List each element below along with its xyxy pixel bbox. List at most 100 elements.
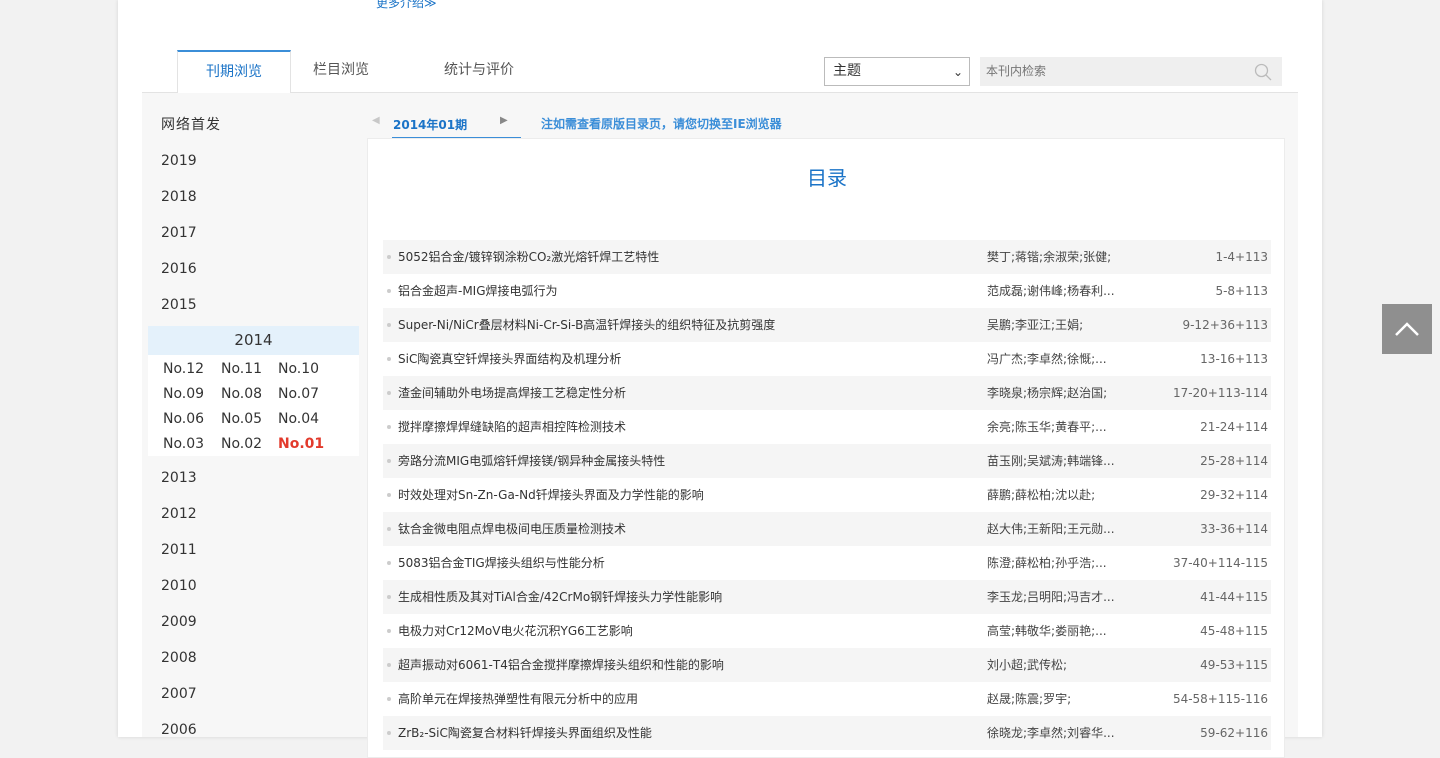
article-pages: 21-24+114 [1200, 420, 1268, 434]
toc-panel: 目录 5052铝合金/镀锌钢涂粉CO₂激光熔钎焊工艺特性 樊丁;蒋锴;余淑荣;张健… [367, 138, 1285, 758]
table-row: 铝合金超声-MIG焊接电弧行为 范成磊;谢伟峰;杨春利... 5-8+113 [383, 274, 1271, 308]
sidebar-year[interactable]: 2019 [142, 145, 366, 181]
article-pages: 17-20+113-114 [1172, 386, 1268, 400]
article-title-link[interactable]: 电极力对Cr12MoV电火花沉积YG6工艺影响 [398, 614, 633, 648]
prev-issue-icon[interactable]: ◀ [372, 115, 380, 126]
sidebar-year[interactable]: 2009 [142, 606, 366, 642]
tab-issue-browse[interactable]: 刊期浏览 [177, 50, 291, 94]
sidebar-year[interactable]: 2007 [142, 678, 366, 714]
article-title-link[interactable]: 搅拌摩擦焊焊缝缺陷的超声相控阵检测技术 [398, 410, 626, 444]
article-pages: 54-58+115-116 [1172, 692, 1268, 706]
more-intro-link[interactable]: 更多介绍≫ [376, 0, 437, 11]
issue-link[interactable]: No.10 [278, 357, 338, 382]
article-title-link[interactable]: 5083铝合金TIG焊接头组织与性能分析 [398, 546, 605, 580]
article-title-link[interactable]: 时效处理对Sn-Zn-Ga-Nd钎焊接头界面及力学性能的影响 [398, 478, 704, 512]
article-pages: 59-62+116 [1200, 726, 1268, 740]
issue-link-current[interactable]: No.01 [278, 432, 338, 457]
article-authors[interactable]: 赵晟;陈震;罗宇; [987, 682, 1071, 716]
article-authors[interactable]: 刘小超;武传松; [987, 648, 1067, 682]
article-pages: 1-4+113 [1215, 250, 1268, 264]
sidebar-year[interactable]: 2016 [142, 253, 366, 289]
issue-link[interactable]: No.09 [163, 382, 221, 407]
toc-title: 目录 [807, 166, 847, 190]
sidebar-year[interactable]: 2010 [142, 570, 366, 606]
article-authors[interactable]: 苗玉刚;吴斌涛;韩端锋... [987, 444, 1115, 478]
issue-link[interactable]: No.04 [278, 407, 338, 432]
issue-link[interactable]: No.03 [163, 432, 221, 457]
article-title-link[interactable]: 高阶单元在焊接热弹塑性有限元分析中的应用 [398, 682, 638, 716]
article-authors[interactable]: 徐晓龙;李卓然;刘睿华... [987, 716, 1115, 750]
article-title-link[interactable]: 铝合金超声-MIG焊接电弧行为 [398, 274, 558, 308]
article-pages: 13-16+113 [1200, 352, 1268, 366]
sidebar-year[interactable]: 2006 [142, 714, 366, 750]
back-to-top-button[interactable] [1382, 304, 1432, 354]
chevron-up-icon [1395, 322, 1419, 336]
search-field-value: 主题 [833, 63, 861, 79]
sidebar-year[interactable]: 2012 [142, 498, 366, 534]
bullet-icon [387, 357, 391, 361]
issue-link[interactable]: No.06 [163, 407, 221, 432]
article-authors[interactable]: 吴鹏;李亚江;王娟; [987, 308, 1083, 342]
sidebar-year[interactable]: 2008 [142, 642, 366, 678]
bullet-icon [387, 663, 391, 667]
table-row: 5052铝合金/镀锌钢涂粉CO₂激光熔钎焊工艺特性 樊丁;蒋锴;余淑荣;张健; 1-… [383, 240, 1271, 274]
tab-stats[interactable]: 统计与评价 [424, 50, 534, 93]
article-authors[interactable]: 赵大伟;王新阳;王元勋... [987, 512, 1115, 546]
article-title-link[interactable]: 超声振动对6061-T4铝合金搅拌摩擦焊接头组织和性能的影响 [398, 648, 724, 682]
article-title-link[interactable]: Super-Ni/NiCr叠层材料Ni-Cr-Si-B高温钎焊接头的组织特征及抗… [398, 308, 775, 342]
issue-grid: No.12 No.11 No.10 No.09 No.08 No.07 No.0… [148, 355, 359, 457]
table-row: 电极力对Cr12MoV电火花沉积YG6工艺影响 高莹;韩敬华;娄丽艳;... 45-… [383, 614, 1271, 648]
article-authors[interactable]: 薛鹏;薛松柏;沈以赴; [987, 478, 1095, 512]
bullet-icon [387, 289, 391, 293]
content-area: 网络首发 2019 2018 2017 2016 2015 2013 2012 … [142, 93, 1298, 758]
article-authors[interactable]: 范成磊;谢伟峰;杨春利... [987, 274, 1115, 308]
sidebar-year[interactable]: 2018 [142, 181, 366, 217]
bullet-icon [387, 391, 391, 395]
bullet-icon [387, 629, 391, 633]
article-authors[interactable]: 冯广杰;李卓然;徐慨;... [987, 342, 1107, 376]
sidebar-year[interactable]: 2017 [142, 217, 366, 253]
table-row: Super-Ni/NiCr叠层材料Ni-Cr-Si-B高温钎焊接头的组织特征及抗… [383, 308, 1271, 342]
article-authors[interactable]: 李晓泉;杨宗辉;赵治国; [987, 376, 1107, 410]
article-title-link[interactable]: 5052铝合金/镀锌钢涂粉CO₂激光熔钎焊工艺特性 [398, 240, 659, 274]
table-row: 渣金间辅助外电场提高焊接工艺稳定性分析 李晓泉;杨宗辉;赵治国; 17-20+113… [383, 376, 1271, 410]
bullet-icon [387, 459, 391, 463]
issue-link[interactable]: No.07 [278, 382, 338, 407]
issue-link[interactable]: No.08 [221, 382, 278, 407]
ie-notice-link[interactable]: 注如需查看原版目录页，请您切换至IE浏览器 [541, 115, 782, 132]
sidebar-year[interactable]: 2015 [142, 289, 366, 325]
search-field-select[interactable]: 主题 ⌄ [824, 57, 970, 86]
bullet-icon [387, 731, 391, 735]
issue-link[interactable]: No.05 [221, 407, 278, 432]
tab-column-browse[interactable]: 栏目浏览 [306, 50, 376, 93]
table-row: 生成相性质及其对TiAl合金/42CrMo钢钎焊接头力学性能影响 李玉龙;吕明阳;… [383, 580, 1271, 614]
sidebar-year-expanded[interactable]: 2014 [148, 326, 359, 355]
article-authors[interactable]: 樊丁;蒋锴;余淑荣;张健; [987, 240, 1111, 274]
issue-label: 2014年01期 [393, 118, 468, 132]
issue-link[interactable]: No.11 [221, 357, 278, 382]
issue-link[interactable]: No.12 [163, 357, 221, 382]
article-authors[interactable]: 高莹;韩敬华;娄丽艳;... [987, 614, 1107, 648]
article-title-link[interactable]: 旁路分流MIG电弧熔钎焊接镁/钢异种金属接头特性 [398, 444, 665, 478]
table-row: 搅拌摩擦焊焊缝缺陷的超声相控阵检测技术 余亮;陈玉华;黄春平;... 21-24+1… [383, 410, 1271, 444]
issue-link[interactable]: No.02 [221, 432, 278, 457]
search-icon[interactable] [1254, 63, 1272, 81]
bullet-icon [387, 561, 391, 565]
article-pages: 9-12+36+113 [1182, 318, 1268, 332]
article-title-link[interactable]: SiC陶瓷真空钎焊接头界面结构及机理分析 [398, 342, 621, 376]
article-title-link[interactable]: 生成相性质及其对TiAl合金/42CrMo钢钎焊接头力学性能影响 [398, 580, 722, 614]
article-title-link[interactable]: ZrB₂-SiC陶瓷复合材料钎焊接头界面组织及性能 [398, 716, 652, 750]
sidebar-year[interactable]: 2013 [142, 462, 366, 498]
table-row: 超声振动对6061-T4铝合金搅拌摩擦焊接头组织和性能的影响 刘小超;武传松; 49… [383, 648, 1271, 682]
article-authors[interactable]: 余亮;陈玉华;黄春平;... [987, 410, 1107, 444]
article-pages: 25-28+114 [1200, 454, 1268, 468]
sidebar-year[interactable]: 2011 [142, 534, 366, 570]
sidebar-item-online-first[interactable]: 网络首发 [142, 109, 366, 145]
next-issue-icon[interactable]: ▶ [500, 115, 508, 126]
search-input[interactable] [980, 57, 1282, 86]
article-title-link[interactable]: 渣金间辅助外电场提高焊接工艺稳定性分析 [398, 376, 626, 410]
article-authors[interactable]: 陈澄;薛松柏;孙乎浩;... [987, 546, 1107, 580]
article-title-link[interactable]: 钛合金微电阻点焊电极间电压质量检测技术 [398, 512, 626, 546]
article-pages: 41-44+115 [1200, 590, 1268, 604]
article-authors[interactable]: 李玉龙;吕明阳;冯吉才... [987, 580, 1115, 614]
